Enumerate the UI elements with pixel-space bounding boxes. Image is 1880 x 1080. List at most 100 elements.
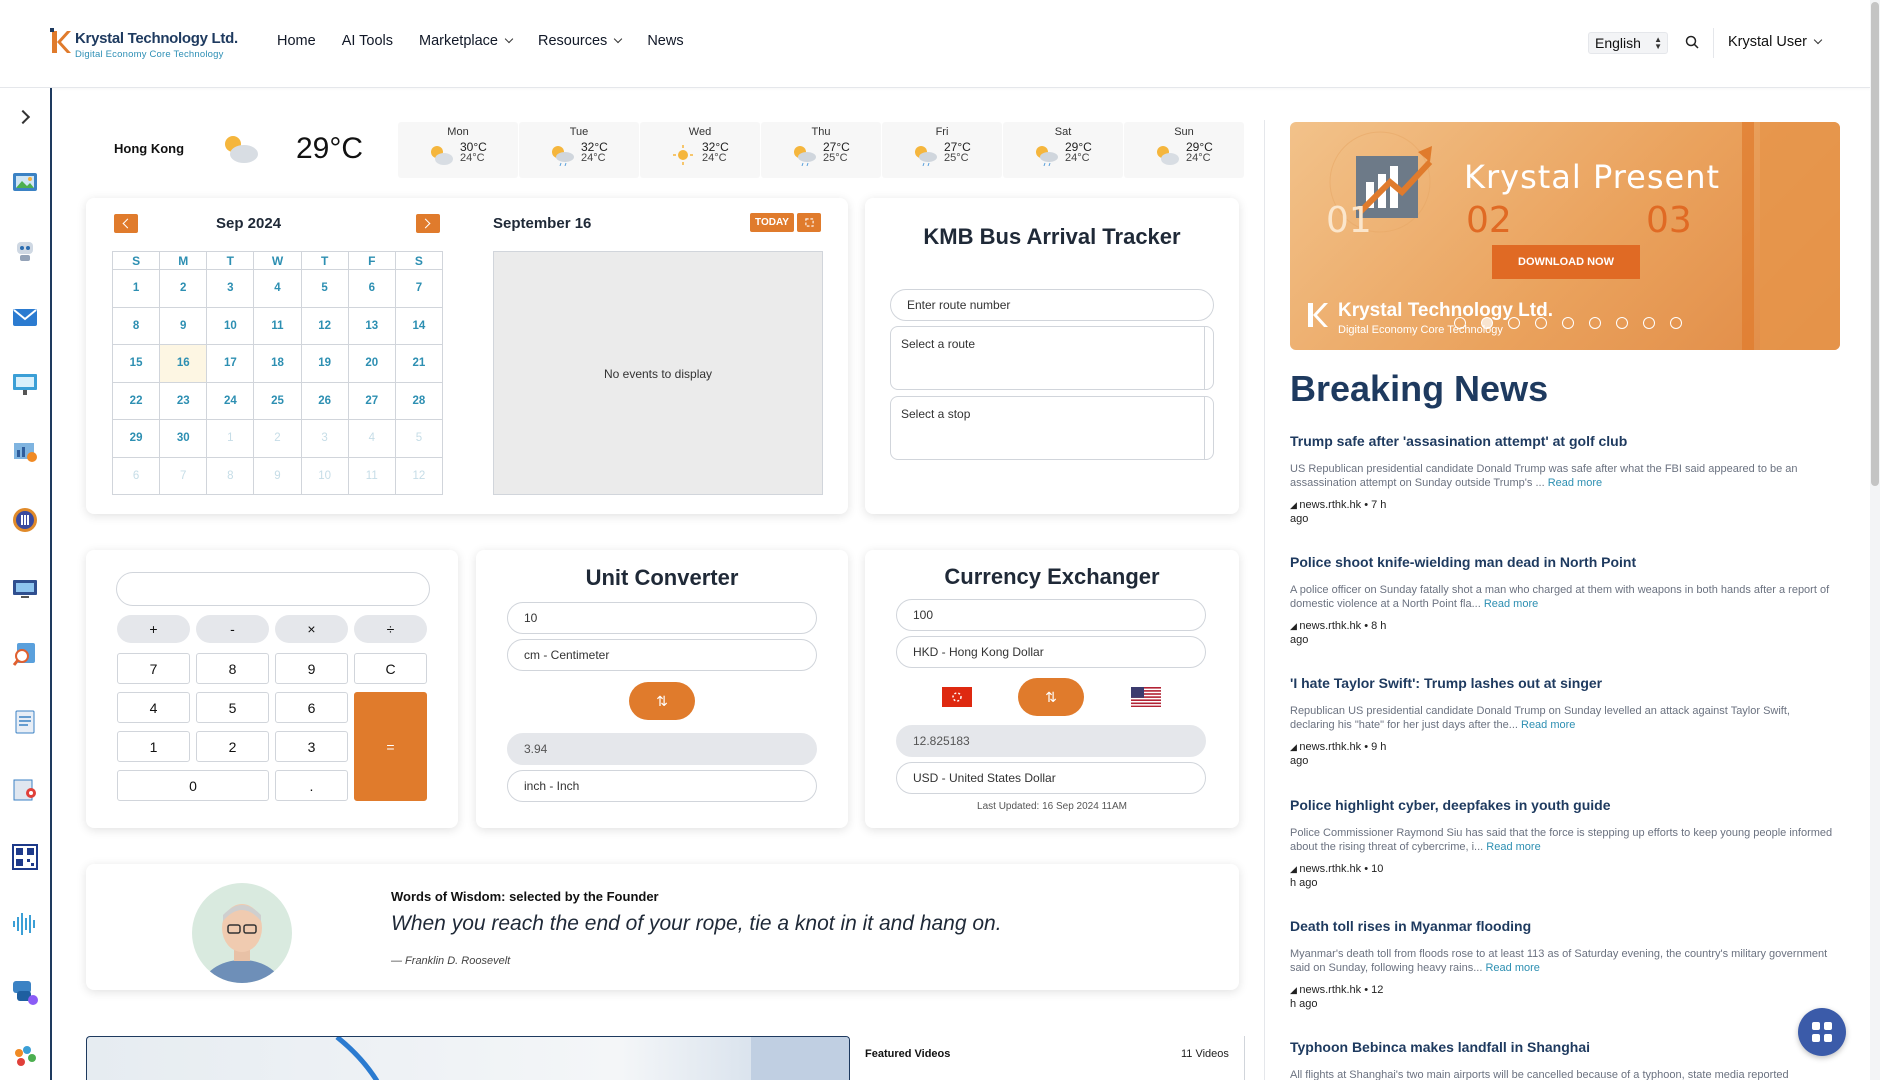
digit-5-button[interactable]: 5 (196, 692, 269, 723)
next-month-button[interactable] (416, 214, 440, 233)
digit-4-button[interactable]: 4 (117, 692, 190, 723)
calendar-day-next-month[interactable]: 11 (347, 456, 396, 495)
today-button[interactable]: TODAY (750, 213, 794, 232)
calendar-day-today[interactable]: 16 (159, 344, 208, 383)
company-logo[interactable]: Krystal Technology Ltd. Digital Economy … (50, 26, 240, 66)
read-more-link[interactable]: Read more (1484, 598, 1538, 610)
calendar-day[interactable]: 19 (300, 344, 349, 383)
read-more-link[interactable]: Read more (1521, 719, 1575, 731)
calendar-day[interactable]: 28 (394, 381, 444, 420)
user-menu[interactable]: Krystal User (1728, 34, 1823, 50)
calendar-day[interactable]: 6 (347, 269, 396, 308)
read-more-link[interactable]: Read more (1485, 962, 1539, 974)
calendar-day[interactable]: 20 (347, 344, 396, 383)
news-item[interactable]: Trump safe after 'assasination attempt' … (1290, 433, 1835, 526)
news-item[interactable]: Typhoon Bebinca makes landfall in Shangh… (1290, 1039, 1835, 1080)
currency-amount-input[interactable]: 100 (896, 599, 1206, 631)
calendar-day[interactable]: 5 (300, 269, 349, 308)
clear-button[interactable]: C (354, 653, 427, 684)
download-now-button[interactable]: DOWNLOAD NOW (1492, 245, 1640, 279)
calendar-day-next-month[interactable]: 10 (300, 456, 349, 495)
page-scrollbar[interactable] (1870, 0, 1880, 1080)
news-title[interactable]: Police highlight cyber, deepfakes in you… (1290, 797, 1835, 813)
to-currency-select[interactable]: USD - United States Dollar (896, 762, 1206, 794)
calendar-day-next-month[interactable]: 3 (300, 419, 349, 458)
calendar-day[interactable]: 29 (111, 419, 161, 458)
nav-news[interactable]: News (647, 33, 683, 49)
calendar-day[interactable]: 3 (206, 269, 255, 308)
unit-input-value[interactable]: 10 (507, 602, 817, 634)
add-button[interactable]: + (117, 615, 190, 643)
carousel-dot[interactable] (1454, 317, 1466, 329)
subtract-button[interactable]: - (196, 615, 269, 643)
document-app-icon[interactable] (11, 708, 39, 736)
news-item[interactable]: Police shoot knife-wielding man dead in … (1290, 554, 1835, 647)
mail-app-icon[interactable] (11, 303, 39, 331)
analytics-app-icon[interactable] (11, 438, 39, 466)
from-currency-select[interactable]: HKD - Hong Kong Dollar (896, 636, 1206, 668)
currency-swap-button[interactable]: ⇅ (1018, 678, 1084, 716)
nav-resources[interactable]: Resources (538, 33, 623, 49)
qr-code-app-icon[interactable] (11, 843, 39, 871)
equals-button[interactable]: = (354, 692, 427, 801)
calendar-day[interactable]: 13 (347, 306, 396, 345)
carousel-dot[interactable] (1643, 317, 1655, 329)
decimal-button[interactable]: . (275, 770, 348, 801)
calendar-day-next-month[interactable]: 2 (253, 419, 302, 458)
calendar-day[interactable]: 11 (253, 306, 302, 345)
carousel-dot[interactable] (1616, 317, 1628, 329)
featured-video-thumbnail[interactable] (86, 1036, 850, 1080)
nav-ai-tools[interactable]: AI Tools (342, 33, 393, 49)
calendar-day[interactable]: 12 (300, 306, 349, 345)
palette-app-icon[interactable] (11, 1043, 39, 1071)
calendar-day-next-month[interactable]: 4 (347, 419, 396, 458)
map-pin-app-icon[interactable] (11, 776, 39, 804)
stop-select[interactable]: Select a stop (890, 396, 1214, 460)
calendar-day-next-month[interactable]: 1 (206, 419, 255, 458)
calendar-day[interactable]: 25 (253, 381, 302, 420)
multiply-button[interactable]: × (275, 615, 348, 643)
from-unit-select[interactable]: cm - Centimeter (507, 639, 817, 671)
digit-8-button[interactable]: 8 (196, 653, 269, 684)
calendar-day-next-month[interactable]: 6 (111, 456, 161, 495)
digit-1-button[interactable]: 1 (117, 731, 190, 762)
news-title[interactable]: 'I hate Taylor Swift': Trump lashes out … (1290, 675, 1835, 691)
carousel-dot[interactable] (1670, 317, 1682, 329)
digit-6-button[interactable]: 6 (275, 692, 348, 723)
news-item[interactable]: Death toll rises in Myanmar flooding Mya… (1290, 918, 1835, 1011)
audio-wave-app-icon[interactable] (11, 910, 39, 938)
calculator-display[interactable] (116, 572, 430, 606)
calendar-day[interactable]: 10 (206, 306, 255, 345)
gallery-app-icon[interactable] (11, 168, 39, 196)
to-unit-select[interactable]: inch - Inch (507, 770, 817, 802)
calendar-day[interactable]: 4 (253, 269, 302, 308)
carousel-dot[interactable] (1589, 317, 1601, 329)
language-select[interactable]: English ▲ ▼ (1588, 32, 1668, 54)
apps-fab-button[interactable] (1798, 1008, 1846, 1056)
news-title[interactable]: Police shoot knife-wielding man dead in … (1290, 554, 1835, 570)
robot-app-icon[interactable] (11, 236, 39, 264)
route-select[interactable]: Select a route (890, 326, 1214, 390)
calendar-day[interactable]: 18 (253, 344, 302, 383)
route-number-input[interactable]: Enter route number (890, 289, 1214, 321)
nav-home[interactable]: Home (277, 33, 316, 49)
news-title[interactable]: Trump safe after 'assasination attempt' … (1290, 433, 1835, 449)
calendar-day[interactable]: 23 (159, 381, 208, 420)
news-title[interactable]: Typhoon Bebinca makes landfall in Shangh… (1290, 1039, 1835, 1055)
calendar-day[interactable]: 21 (394, 344, 444, 383)
news-title[interactable]: Death toll rises in Myanmar flooding (1290, 918, 1835, 934)
scrollbar-thumb[interactable] (1871, 2, 1879, 486)
calendar-day[interactable]: 24 (206, 381, 255, 420)
promo-banner[interactable]: Krystal Present 01 02 03 DOWNLOAD NOW Kr… (1290, 122, 1840, 350)
divide-button[interactable]: ÷ (354, 615, 427, 643)
news-item[interactable]: Police highlight cyber, deepfakes in you… (1290, 797, 1835, 890)
calendar-day[interactable]: 1 (111, 269, 161, 308)
nav-marketplace[interactable]: Marketplace (419, 33, 514, 49)
digit-0-button[interactable]: 0 (117, 770, 269, 801)
calendar-day[interactable]: 2 (159, 269, 208, 308)
calendar-day[interactable]: 14 (394, 306, 444, 345)
calendar-day[interactable]: 30 (159, 419, 208, 458)
calendar-day[interactable]: 26 (300, 381, 349, 420)
calendar-day[interactable]: 7 (394, 269, 444, 308)
calendar-day[interactable]: 27 (347, 381, 396, 420)
